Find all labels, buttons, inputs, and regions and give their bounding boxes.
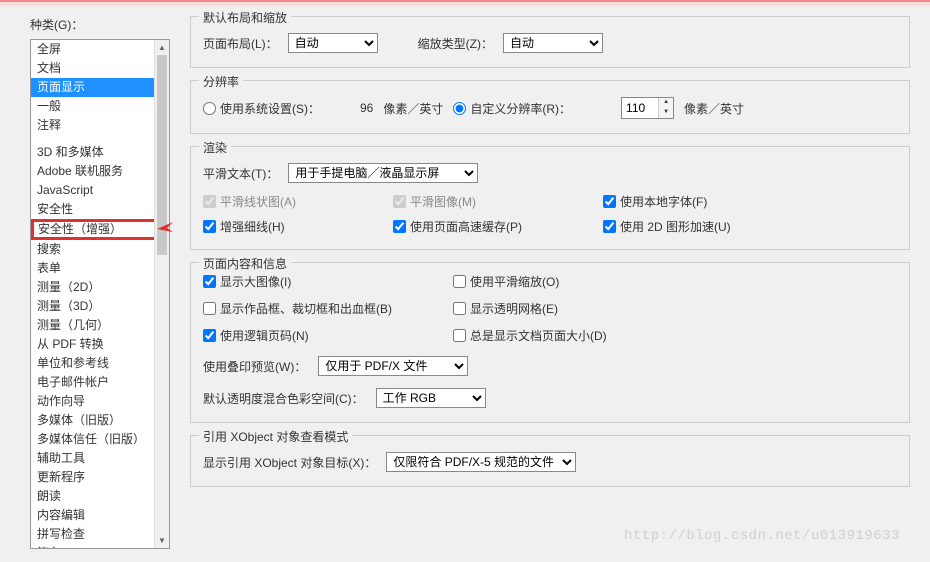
- category-list[interactable]: 全屏文档页面显示一般注释3D 和多媒体Adobe 联机服务JavaScript安…: [30, 39, 170, 549]
- layout-zoom-group: 默认布局和缩放 页面布局(L)： 自动 缩放类型(Z)： 自动: [190, 16, 910, 68]
- category-item[interactable]: JavaScript: [31, 181, 169, 200]
- show-transparency-grid-checkbox[interactable]: 显示透明网格(E): [453, 300, 713, 317]
- smooth-text-select[interactable]: 用于手提电脑／液晶显示屏: [288, 163, 478, 183]
- blend-color-space-select[interactable]: 工作 RGB: [376, 388, 486, 408]
- category-item[interactable]: 一般: [31, 97, 169, 116]
- use-2d-accel-checkbox[interactable]: 使用 2D 图形加速(U): [603, 218, 803, 235]
- use-page-cache-checkbox[interactable]: 使用页面高速缓存(P): [393, 218, 593, 235]
- category-item[interactable]: 文档: [31, 59, 169, 78]
- enhance-thin-lines-checkbox[interactable]: 增强细线(H): [203, 218, 383, 235]
- custom-resolution-spinner[interactable]: ▲ ▼: [621, 97, 674, 119]
- category-item[interactable]: 内容编辑: [31, 506, 169, 525]
- show-art-trim-bleed-checkbox[interactable]: 显示作品框、裁切框和出血框(B): [203, 300, 443, 317]
- blend-color-space-label: 默认透明度混合色彩空间(C)：: [203, 390, 364, 407]
- list-spacer: [31, 135, 169, 143]
- category-item[interactable]: 单位和参考线: [31, 354, 169, 373]
- use-system-resolution-radio[interactable]: 使用系统设置(S)：: [203, 100, 320, 117]
- group-legend: 页面内容和信息: [199, 255, 291, 272]
- scrollbar-thumb[interactable]: [157, 55, 167, 255]
- resolution-unit: 像素／英寸: [383, 100, 443, 117]
- resolution-group: 分辨率 使用系统设置(S)： 96 像素／英寸 自定义分辨率(R)： ▲: [190, 80, 910, 134]
- category-item[interactable]: 表单: [31, 259, 169, 278]
- spinner-down-icon[interactable]: ▼: [659, 108, 673, 118]
- category-item[interactable]: 动作向导: [31, 392, 169, 411]
- spinner-up-icon[interactable]: ▲: [659, 98, 673, 108]
- smooth-lineart-checkbox[interactable]: 平滑线状图(A): [203, 193, 383, 210]
- category-label: 种类(G)：: [30, 16, 170, 33]
- category-item[interactable]: 注释: [31, 116, 169, 135]
- resolution-unit: 像素／英寸: [684, 100, 744, 117]
- category-item[interactable]: 电子邮件帐户: [31, 373, 169, 392]
- scroll-down-icon[interactable]: ▼: [155, 533, 169, 548]
- category-item[interactable]: 签名: [31, 544, 169, 549]
- category-item[interactable]: 全屏: [31, 40, 169, 59]
- smooth-image-checkbox[interactable]: 平滑图像(M): [393, 193, 593, 210]
- category-item[interactable]: 多媒体（旧版）: [31, 411, 169, 430]
- zoom-type-select[interactable]: 自动: [503, 33, 603, 53]
- category-item[interactable]: 测量（2D）: [31, 278, 169, 297]
- left-pane: 种类(G)： 全屏文档页面显示一般注释 3D 和多媒体Adobe 联机服务Java…: [30, 16, 170, 549]
- page-content-group: 页面内容和信息 显示大图像(I) 使用平滑缩放(O) 显示作品框、裁切框和出血框…: [190, 262, 910, 423]
- overprint-preview-select[interactable]: 仅用于 PDF/X 文件: [318, 356, 468, 376]
- category-item[interactable]: Adobe 联机服务: [31, 162, 169, 181]
- page-layout-select[interactable]: 自动: [288, 33, 378, 53]
- group-legend: 分辨率: [199, 73, 243, 90]
- category-item[interactable]: 页面显示: [31, 78, 169, 97]
- use-local-fonts-checkbox[interactable]: 使用本地字体(F): [603, 193, 803, 210]
- custom-resolution-radio[interactable]: 自定义分辨率(R)：: [453, 100, 571, 117]
- category-item[interactable]: 搜索: [31, 240, 169, 259]
- category-item[interactable]: 辅助工具: [31, 449, 169, 468]
- category-item[interactable]: 拼写检查: [31, 525, 169, 544]
- system-resolution-value: 96: [360, 101, 373, 115]
- render-group: 渲染 平滑文本(T)： 用于手提电脑／液晶显示屏 平滑线状图(A) 平滑图像(M…: [190, 146, 910, 250]
- scrollbar[interactable]: ▲ ▼: [154, 40, 169, 548]
- right-pane: 默认布局和缩放 页面布局(L)： 自动 缩放类型(Z)： 自动 分辨率 使用系统…: [190, 16, 930, 549]
- category-item[interactable]: 测量（3D）: [31, 297, 169, 316]
- group-legend: 引用 XObject 对象查看模式: [199, 428, 352, 445]
- category-item[interactable]: 更新程序: [31, 468, 169, 487]
- category-item[interactable]: 朗读: [31, 487, 169, 506]
- scroll-up-icon[interactable]: ▲: [155, 40, 169, 55]
- always-show-doc-size-checkbox[interactable]: 总是显示文档页面大小(D): [453, 327, 713, 344]
- category-item[interactable]: 3D 和多媒体: [31, 143, 169, 162]
- smooth-text-label: 平滑文本(T)：: [203, 165, 278, 182]
- xobject-target-label: 显示引用 XObject 对象目标(X)：: [203, 454, 376, 471]
- group-legend: 渲染: [199, 139, 231, 156]
- show-large-images-checkbox[interactable]: 显示大图像(I): [203, 273, 443, 290]
- overprint-preview-label: 使用叠印预览(W)：: [203, 358, 306, 375]
- category-item[interactable]: 安全性（增强）: [31, 219, 169, 240]
- group-legend: 默认布局和缩放: [199, 9, 291, 26]
- category-item[interactable]: 测量（几何）: [31, 316, 169, 335]
- zoom-type-label: 缩放类型(Z)：: [418, 35, 493, 52]
- custom-resolution-input[interactable]: [622, 98, 658, 118]
- main-container: 种类(G)： 全屏文档页面显示一般注释 3D 和多媒体Adobe 联机服务Java…: [0, 6, 930, 549]
- use-smooth-zoom-checkbox[interactable]: 使用平滑缩放(O): [453, 273, 713, 290]
- xobject-target-select[interactable]: 仅限符合 PDF/X-5 规范的文件: [386, 452, 576, 472]
- xobject-group: 引用 XObject 对象查看模式 显示引用 XObject 对象目标(X)： …: [190, 435, 910, 487]
- category-item[interactable]: 安全性: [31, 200, 169, 219]
- use-logical-page-checkbox[interactable]: 使用逻辑页码(N): [203, 327, 443, 344]
- category-item[interactable]: 从 PDF 转换: [31, 335, 169, 354]
- category-item[interactable]: 多媒体信任（旧版）: [31, 430, 169, 449]
- page-layout-label: 页面布局(L)：: [203, 35, 278, 52]
